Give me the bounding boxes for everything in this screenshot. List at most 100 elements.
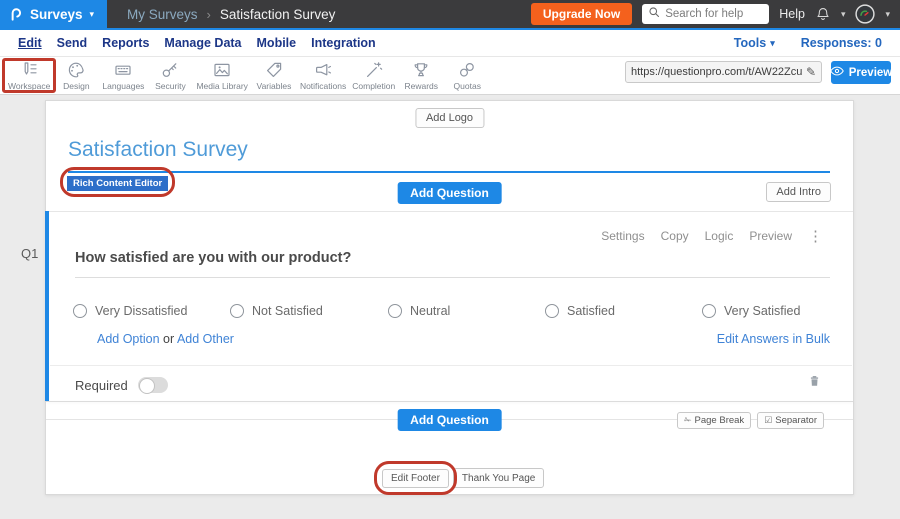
preview-button[interactable]: Preview — [831, 61, 891, 84]
toolbar-item-languages[interactable]: Languages — [99, 60, 147, 91]
toolbar-item-security[interactable]: Security — [147, 60, 193, 91]
question-selected-bar — [45, 211, 49, 401]
key-icon — [160, 60, 180, 80]
survey-card: Add Logo Satisfaction Survey Rich Conten… — [45, 100, 854, 495]
tag-icon — [264, 60, 284, 80]
question-copy-link[interactable]: Copy — [661, 229, 689, 243]
image-icon — [212, 60, 232, 80]
toolbar-item-notifications[interactable]: Notifications — [297, 60, 349, 91]
chevron-down-icon: ▾ — [90, 10, 95, 19]
help-link[interactable]: Help — [779, 7, 805, 21]
add-option-link[interactable]: Add Option — [97, 332, 160, 346]
toolbar-item-completion[interactable]: Completion — [349, 60, 398, 91]
footer-buttons: Edit Footer Thank You Page — [382, 468, 544, 488]
thank-you-page-button[interactable]: Thank You Page — [453, 468, 544, 488]
add-other-link[interactable]: Add Other — [177, 332, 234, 346]
required-label: Required — [75, 378, 128, 393]
toolbar-label: Design — [63, 81, 89, 91]
responses-count[interactable]: Responses: 0 — [801, 36, 882, 50]
trophy-icon — [411, 60, 431, 80]
option-very-dissatisfied: Very Dissatisfied — [73, 304, 187, 318]
toolbar-label: Variables — [257, 81, 292, 91]
toolbar-label: Workspace — [8, 81, 50, 91]
required-toggle[interactable] — [138, 377, 168, 393]
kebab-menu-icon[interactable]: ⋮ — [808, 227, 823, 245]
option-label[interactable]: Not Satisfied — [252, 304, 323, 318]
breadcrumb-my-surveys[interactable]: My Surveys — [127, 7, 198, 22]
add-logo-button[interactable]: Add Logo — [415, 108, 484, 128]
surveys-app-menu[interactable]: Surveys ▾ — [0, 0, 107, 28]
rich-content-editor-button[interactable]: Rich Content Editor — [67, 176, 168, 191]
keyboard-icon — [113, 60, 133, 80]
question-bottom-border — [46, 401, 853, 402]
option-neutral: Neutral — [388, 304, 450, 318]
chevron-down-icon[interactable]: ▾ — [841, 10, 846, 19]
rich-content-editor-wrap: Rich Content Editor — [67, 173, 168, 191]
question-preview-link[interactable]: Preview — [749, 229, 792, 243]
toolbar-label: Notifications — [300, 81, 346, 91]
avatar[interactable] — [855, 4, 875, 24]
option-label[interactable]: Neutral — [410, 304, 450, 318]
toolbar-item-design[interactable]: Design — [53, 60, 99, 91]
nav-right: Tools ▾ Responses: 0 — [734, 36, 882, 50]
question-logic-link[interactable]: Logic — [705, 229, 734, 243]
edit-footer-button[interactable]: Edit Footer — [382, 469, 449, 488]
toolbar-item-workspace[interactable]: Workspace — [5, 60, 53, 91]
add-question-button-bottom[interactable]: Add Question — [397, 409, 502, 431]
breadcrumb: My Surveys › Satisfaction Survey — [127, 7, 335, 22]
tab-edit[interactable]: Edit — [18, 36, 42, 50]
tab-reports[interactable]: Reports — [102, 36, 149, 50]
tools-menu[interactable]: Tools ▾ — [734, 36, 775, 50]
page-break-icon: ✁ — [684, 415, 692, 426]
questionpro-survey-editor: Surveys ▾ My Surveys › Satisfaction Surv… — [0, 0, 900, 519]
main-nav: Edit Send Reports Manage Data Mobile Int… — [0, 30, 900, 57]
page-break-separator-group: ✁ Page Break ☑ Separator — [677, 412, 824, 429]
option-not-satisfied: Not Satisfied — [230, 304, 323, 318]
radio-button[interactable] — [230, 304, 244, 318]
upgrade-now-button[interactable]: Upgrade Now — [531, 3, 632, 25]
page-break-label: Page Break — [695, 415, 745, 426]
notifications-bell-icon[interactable] — [815, 6, 831, 22]
question-text-underline — [75, 277, 830, 278]
separator-button[interactable]: ☑ Separator — [757, 412, 824, 429]
radio-button[interactable] — [388, 304, 402, 318]
surveys-menu-label: Surveys — [30, 7, 83, 22]
radio-button[interactable] — [545, 304, 559, 318]
chain-links-icon — [457, 60, 477, 80]
question-text[interactable]: How satisfied are you with our product? — [75, 250, 351, 266]
chevron-down-icon: ▾ — [770, 39, 775, 48]
tab-manage-data[interactable]: Manage Data — [164, 36, 241, 50]
header-actions: Upgrade Now Help ▾ ▾ — [531, 3, 900, 25]
toolbar-item-quotas[interactable]: Quotas — [444, 60, 490, 91]
tab-send[interactable]: Send — [57, 36, 88, 50]
option-label[interactable]: Satisfied — [567, 304, 615, 318]
delete-question-trash-icon[interactable] — [807, 373, 822, 394]
question-menu: Settings Copy Logic Preview ⋮ — [601, 227, 823, 245]
tab-integration[interactable]: Integration — [311, 36, 376, 50]
radio-button[interactable] — [702, 304, 716, 318]
survey-url-field[interactable]: https://questionpro.com/t/AW22ZcuEJ ✎ — [625, 61, 822, 83]
survey-url-value: https://questionpro.com/t/AW22ZcuEJ — [631, 66, 802, 78]
add-question-button-top[interactable]: Add Question — [397, 182, 502, 204]
edit-answers-in-bulk-link[interactable]: Edit Answers in Bulk — [717, 332, 830, 346]
edit-url-pencil-icon[interactable]: ✎ — [806, 65, 816, 79]
preview-label: Preview — [849, 67, 892, 79]
tab-mobile[interactable]: Mobile — [257, 36, 297, 50]
radio-button[interactable] — [73, 304, 87, 318]
page-break-button[interactable]: ✁ Page Break — [677, 412, 751, 429]
option-label[interactable]: Very Satisfied — [724, 304, 800, 318]
survey-title[interactable]: Satisfaction Survey — [68, 138, 248, 162]
toolbar-item-variables[interactable]: Variables — [251, 60, 297, 91]
toolbar-item-rewards[interactable]: Rewards — [398, 60, 444, 91]
toolbar-label: Languages — [102, 81, 144, 91]
toolbar-item-media-library[interactable]: Media Library — [193, 60, 251, 91]
eye-icon — [830, 66, 844, 79]
chevron-down-icon[interactable]: ▾ — [885, 10, 890, 19]
search-input[interactable] — [665, 8, 765, 20]
help-search-box[interactable] — [642, 4, 769, 24]
edit-answers-label: Edit Answers in Bulk — [717, 332, 830, 346]
question-settings-link[interactable]: Settings — [601, 229, 644, 243]
option-label[interactable]: Very Dissatisfied — [95, 304, 187, 318]
toolbar-label: Completion — [352, 81, 395, 91]
add-intro-button[interactable]: Add Intro — [766, 182, 831, 202]
